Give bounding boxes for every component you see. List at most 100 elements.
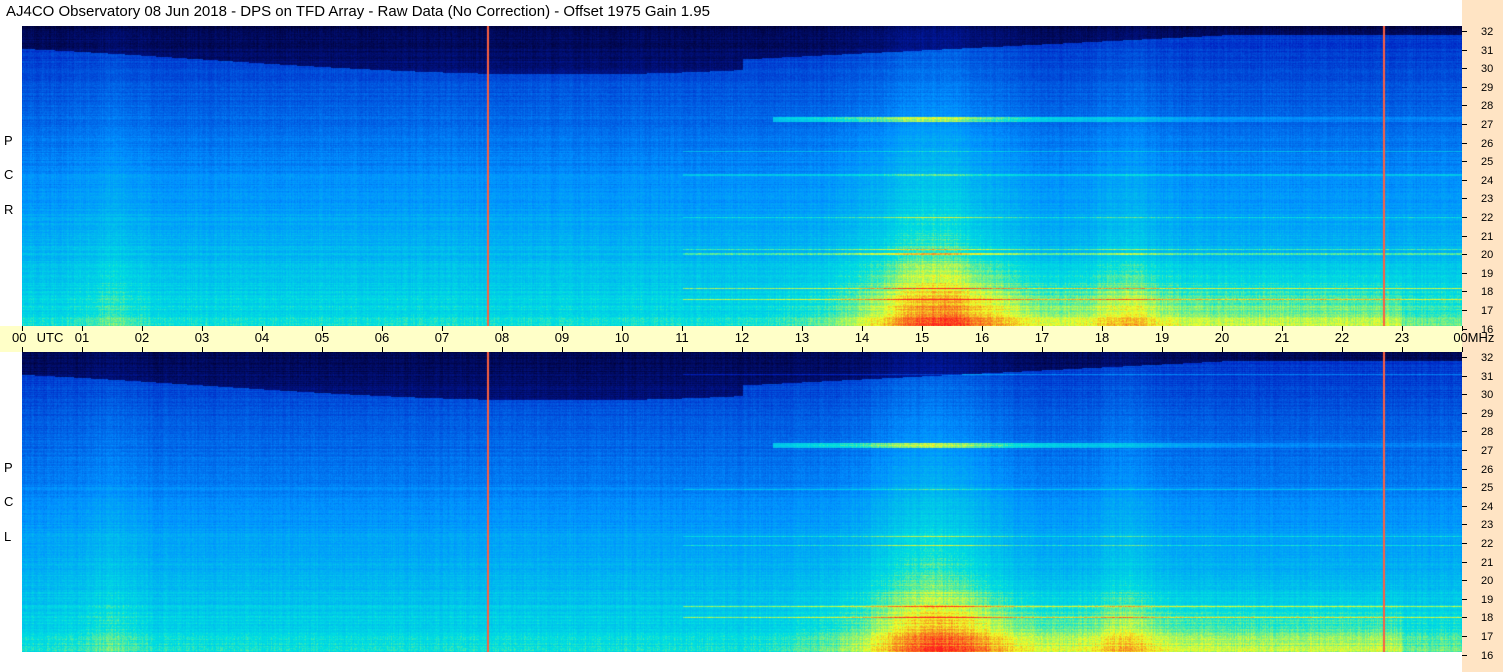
tick-label: 26 (1481, 137, 1494, 150)
hour-tick (442, 347, 443, 352)
time-label-start: 00 (12, 330, 27, 345)
tick-mark (1462, 636, 1467, 637)
hour-tick (922, 347, 923, 352)
tick-mark (1462, 31, 1467, 32)
rcp-tick-24: 24 (1462, 175, 1503, 187)
rcp-tick-30: 30 (1462, 63, 1503, 75)
hour-tick (1402, 347, 1403, 352)
rcp-tick-27: 27 (1462, 119, 1503, 131)
lcp-tick-30: 30 (1462, 389, 1503, 401)
tick-mark (1462, 598, 1467, 600)
time-label-18: 18 (1094, 330, 1110, 345)
time-label-01: 01 (74, 330, 90, 345)
lcp-tick-27: 27 (1462, 445, 1503, 457)
tick-mark (1462, 654, 1467, 656)
tick-label: 24 (1481, 174, 1494, 187)
rcp-tick-21: 21 (1462, 231, 1503, 243)
tick-mark (1462, 291, 1467, 293)
hour-tick (562, 347, 563, 352)
hour-tick (1042, 326, 1043, 331)
tick-mark (1462, 468, 1467, 470)
hour-tick (1102, 347, 1103, 352)
tick-label: 30 (1481, 389, 1494, 402)
tick-mark (1462, 375, 1467, 377)
hour-tick (1222, 326, 1223, 331)
rcp-tick-26: 26 (1462, 138, 1503, 150)
hour-tick (382, 326, 383, 331)
time-label-02: 02 (134, 330, 150, 345)
tick-label: 28 (1481, 100, 1494, 113)
lcp-tick-17: 17 (1462, 631, 1503, 643)
hour-tick (802, 326, 803, 331)
time-label-04: 04 (254, 330, 270, 345)
time-label-23: 23 (1394, 330, 1410, 345)
time-label-06: 06 (374, 330, 390, 345)
lcp-tick-20: 20 (1462, 575, 1503, 587)
hour-tick (1162, 347, 1163, 352)
hour-tick (622, 326, 623, 331)
tick-mark (1462, 357, 1467, 358)
tick-label: 19 (1481, 593, 1494, 606)
tick-label: 16 (1481, 649, 1494, 662)
hour-tick (1042, 347, 1043, 352)
tick-mark (1462, 561, 1467, 563)
lcp-label-p: L (4, 529, 12, 544)
rcp-tick-31: 31 (1462, 45, 1503, 57)
hour-tick (1222, 347, 1223, 352)
rcp-tick-22: 22 (1462, 212, 1503, 224)
tick-label: 23 (1481, 519, 1494, 532)
lcp-tick-26: 26 (1462, 464, 1503, 476)
tick-label: 28 (1481, 426, 1494, 439)
hour-tick (922, 326, 923, 331)
rcp-label-c: C (4, 167, 14, 182)
hour-tick (82, 347, 83, 352)
tick-mark (1462, 179, 1467, 181)
time-label-09: 09 (554, 330, 570, 345)
hour-tick (1342, 347, 1343, 352)
tick-mark (1462, 86, 1467, 88)
tick-label: 24 (1481, 500, 1494, 513)
tick-mark (1462, 49, 1467, 51)
lcp-tick-28: 28 (1462, 426, 1503, 438)
tick-mark (1462, 310, 1467, 311)
tick-mark (1462, 161, 1467, 163)
tick-mark (1462, 617, 1467, 619)
lcp-tick-16: 16 (1462, 650, 1503, 662)
time-label-08: 08 (494, 330, 510, 345)
hour-tick (1282, 347, 1283, 352)
hour-tick (202, 347, 203, 352)
tick-label: 23 (1481, 193, 1494, 206)
tick-mark (1462, 105, 1467, 107)
spectrogram-lcp (22, 352, 1462, 652)
hour-tick (502, 326, 503, 331)
tick-label: 25 (1481, 156, 1494, 169)
time-label-03: 03 (194, 330, 210, 345)
tick-label: 20 (1481, 575, 1494, 588)
frequency-ticks-rcp: 32 31 30 29 28 27 26 25 24 23 22 21 20 19 18 17 16 (1462, 26, 1503, 336)
tick-label: 17 (1481, 631, 1494, 643)
hour-tick (442, 326, 443, 331)
tick-label: 30 (1481, 63, 1494, 76)
tick-mark (1462, 124, 1467, 125)
hour-tick (622, 347, 623, 352)
chart-title: AJ4CO Observatory 08 Jun 2018 - DPS on T… (6, 3, 710, 20)
spectrogram-rcp (22, 26, 1462, 326)
hour-tick (1282, 326, 1283, 331)
tick-mark (1462, 254, 1467, 256)
time-label-16: 16 (974, 330, 990, 345)
time-label-19: 19 (1154, 330, 1170, 345)
time-label-22: 22 (1334, 330, 1350, 345)
hour-tick (1462, 326, 1463, 331)
lcp-tick-23: 23 (1462, 519, 1503, 531)
hour-tick (142, 347, 143, 352)
hour-tick (562, 326, 563, 331)
rcp-label-p: R (4, 202, 14, 217)
tick-mark (1462, 580, 1467, 582)
frequency-ticks-lcp: 32 31 30 29 28 27 26 25 24 23 22 21 20 19 18 17 16 (1462, 352, 1503, 662)
hour-tick (22, 347, 23, 352)
hour-tick (22, 326, 23, 331)
rcp-tick-18: 18 (1462, 286, 1503, 298)
utc-label: UTC (36, 330, 64, 345)
hour-tick (982, 326, 983, 331)
tick-mark (1462, 272, 1467, 274)
